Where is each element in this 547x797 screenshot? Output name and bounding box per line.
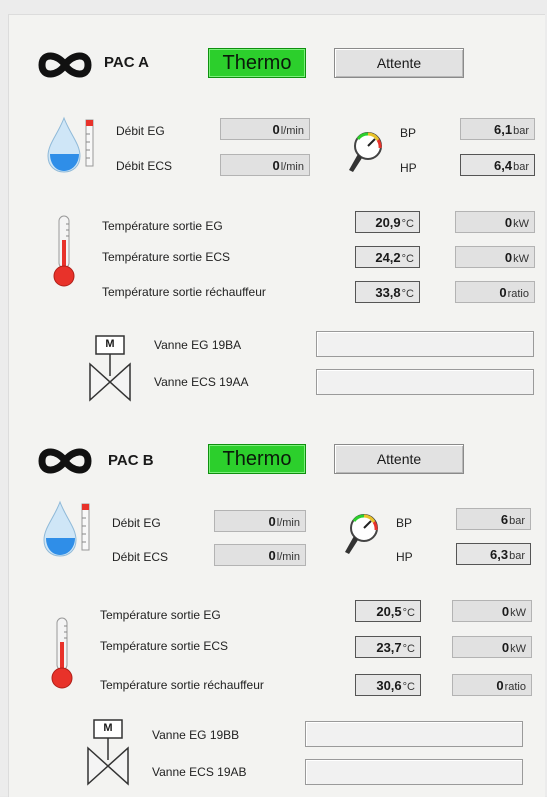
valve-eg-label: Vanne EG 19BB — [152, 728, 240, 742]
power-ecs-value: 0kW — [455, 246, 535, 268]
power-ecs-value: 0kW — [452, 636, 532, 658]
attente-button[interactable]: Attente — [334, 48, 464, 78]
thermometer-icon — [50, 616, 74, 690]
valve-eg-field[interactable] — [316, 331, 534, 357]
valve-motor-letter: M — [105, 338, 115, 350]
bp-label: BP — [396, 516, 413, 530]
mode-indicator: Thermo — [208, 48, 306, 78]
attente-button[interactable]: Attente — [334, 444, 464, 474]
power-eg-value: 0kW — [455, 211, 535, 233]
temp-ecs-label: Température sortie ECS — [102, 250, 231, 264]
pac-infinity-icon — [34, 48, 96, 82]
valve-eg-field[interactable] — [305, 721, 523, 747]
hp-value: 6,4bar — [460, 154, 535, 176]
temp-eg-value: 20,5°C — [355, 600, 421, 622]
temp-ecs-label: Température sortie ECS — [100, 639, 229, 653]
power-eg-value: 0kW — [452, 600, 532, 622]
debit-eg-label: Débit EG — [112, 516, 161, 530]
valve-ecs-label: Vanne ECS 19AB — [152, 765, 247, 779]
hp-value: 6,3bar — [456, 543, 531, 565]
pressure-gauge-icon — [344, 130, 384, 174]
valve-ecs-label: Vanne ECS 19AA — [154, 375, 249, 389]
valve-ecs-field[interactable] — [305, 759, 523, 785]
water-drop-icon — [40, 498, 96, 558]
debit-eg-value: 0l/min — [220, 118, 310, 140]
temp-rechauffeur-value: 30,6°C — [355, 674, 421, 696]
pressure-gauge-icon — [340, 512, 380, 556]
thermometer-icon — [52, 214, 76, 288]
debit-eg-label: Débit EG — [116, 124, 165, 138]
ratio-value: 0ratio — [452, 674, 532, 696]
pac-b-section: PAC B Thermo Attente Débit EG 0l/min Déb… — [0, 398, 547, 786]
debit-ecs-label: Débit ECS — [112, 550, 169, 564]
temp-ecs-value: 24,2°C — [355, 246, 420, 268]
temp-eg-label: Température sortie EG — [100, 608, 221, 622]
pac-a-section: PAC A Thermo Attente Débit EG 0l/min Déb… — [0, 0, 547, 402]
temp-rechauffeur-label: Température sortie réchauffeur — [100, 678, 264, 692]
bp-label: BP — [400, 126, 417, 140]
temp-rechauffeur-label: Température sortie réchauffeur — [102, 285, 266, 299]
debit-ecs-value: 0l/min — [214, 544, 306, 566]
debit-eg-value: 0l/min — [214, 510, 306, 532]
temp-eg-label: Température sortie EG — [102, 219, 223, 233]
valve-motor-letter: M — [103, 722, 113, 734]
hp-label: HP — [396, 550, 413, 564]
pac-title: PAC A — [104, 54, 149, 71]
temp-ecs-value: 23,7°C — [355, 636, 421, 658]
valve-ecs-field[interactable] — [316, 369, 534, 395]
ratio-value: 0ratio — [455, 281, 535, 303]
temp-rechauffeur-value: 33,8°C — [355, 281, 420, 303]
debit-ecs-label: Débit ECS — [116, 159, 173, 173]
bp-value: 6bar — [456, 508, 531, 530]
temp-eg-value: 20,9°C — [355, 211, 420, 233]
mode-indicator: Thermo — [208, 444, 306, 474]
water-drop-icon — [44, 114, 100, 174]
pac-title: PAC B — [108, 452, 154, 469]
window: PAC A Thermo Attente Débit EG 0l/min Déb… — [0, 0, 547, 797]
hp-label: HP — [400, 161, 417, 175]
bp-value: 6,1bar — [460, 118, 535, 140]
pac-infinity-icon — [34, 444, 96, 478]
debit-ecs-value: 0l/min — [220, 154, 310, 176]
valve-eg-label: Vanne EG 19BA — [154, 338, 242, 352]
